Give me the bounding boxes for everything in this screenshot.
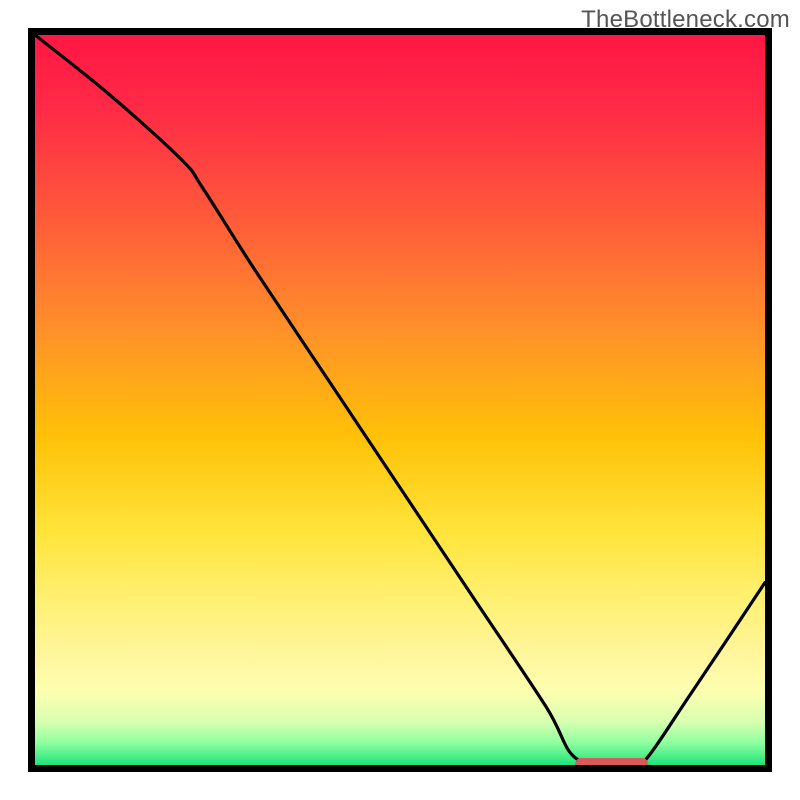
chart-root: TheBottleneck.com [0, 0, 800, 800]
plot-svg [35, 35, 765, 765]
optimum-marker [575, 758, 648, 765]
bottleneck-curve [35, 35, 765, 765]
watermark-text: TheBottleneck.com [581, 6, 790, 34]
